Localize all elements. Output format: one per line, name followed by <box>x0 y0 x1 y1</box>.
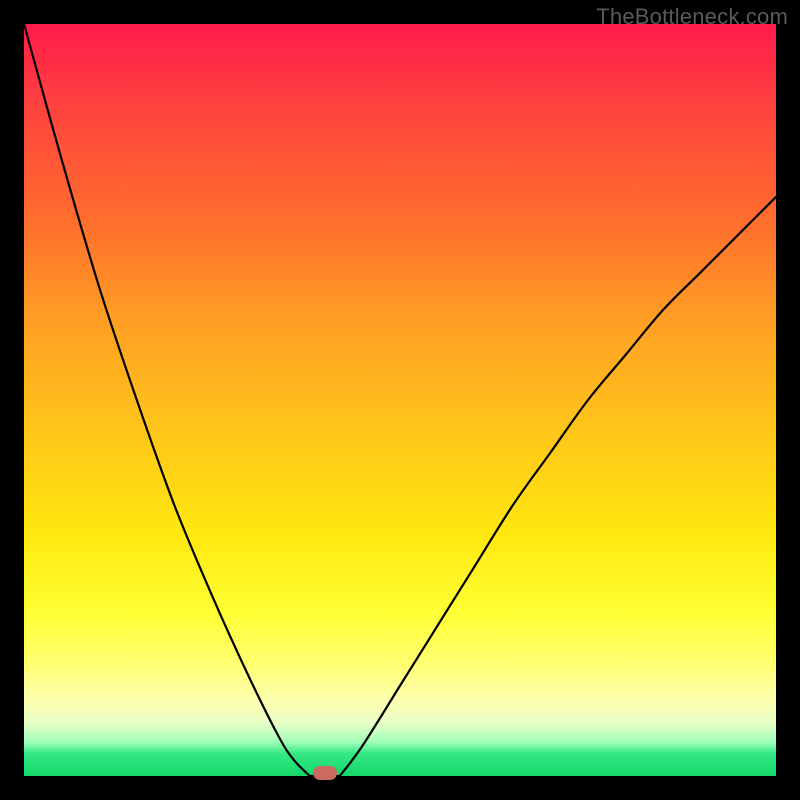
optimum-marker <box>313 766 337 780</box>
curve-left-branch <box>24 24 310 776</box>
curve-layer <box>24 24 776 776</box>
curve-right-branch <box>340 197 776 776</box>
watermark-text: TheBottleneck.com <box>596 4 788 30</box>
chart-frame: TheBottleneck.com <box>0 0 800 800</box>
